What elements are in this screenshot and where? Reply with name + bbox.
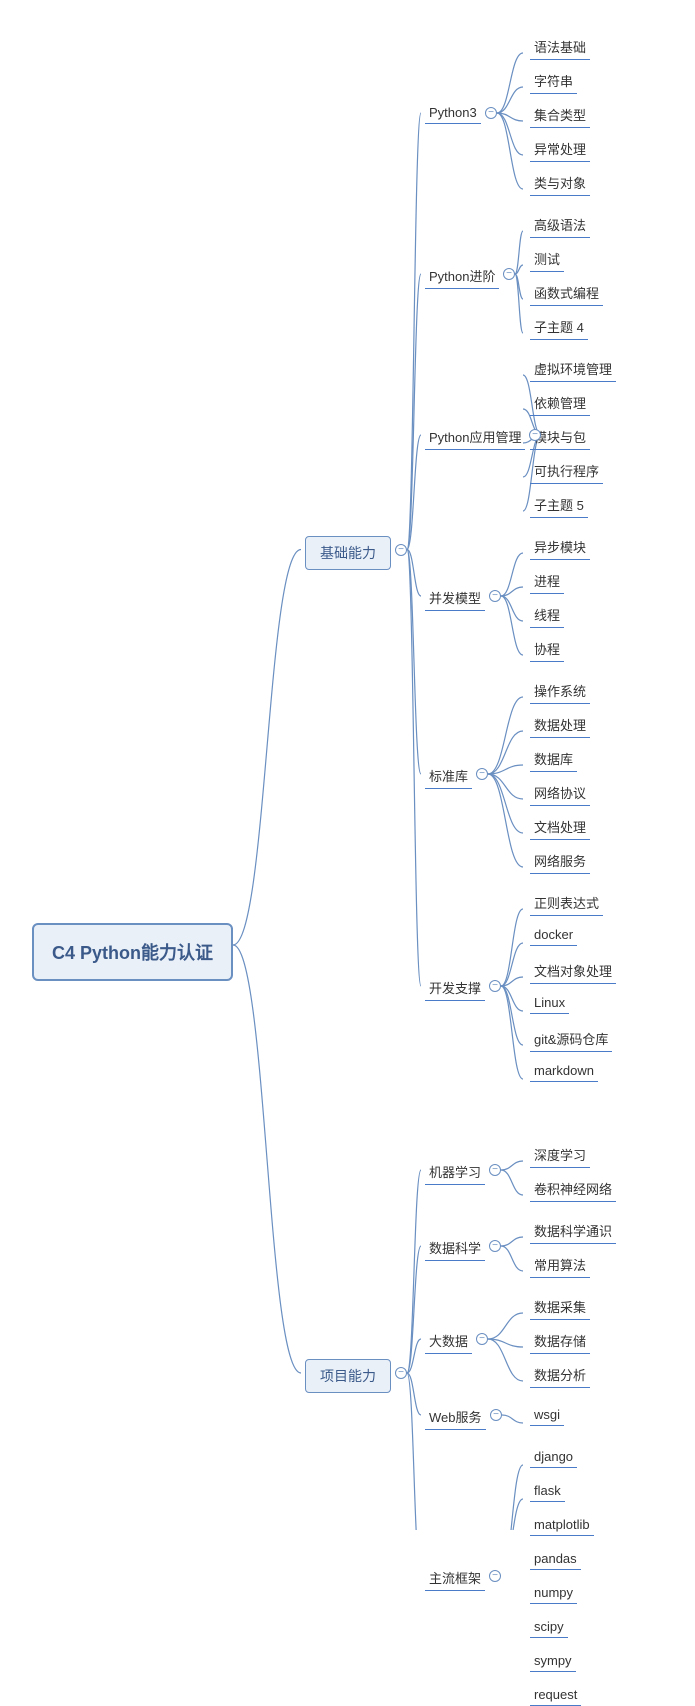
mid-advanced-toggle[interactable]: − — [503, 268, 515, 280]
leaf-advanced-0: 高级语法 — [530, 213, 590, 238]
mid-appmgmt-toggle[interactable]: − — [529, 429, 541, 441]
mid-appmgmt[interactable]: Python应用管理 — [425, 425, 525, 450]
mid-web-toggle[interactable]: − — [490, 1409, 502, 1421]
mid-ml[interactable]: 机器学习 — [425, 1160, 485, 1185]
leaf-devsupport-4: git&源码仓库 — [530, 1027, 612, 1052]
mid-frameworks-toggle[interactable]: − — [489, 1570, 501, 1582]
leaf-bigdata-2: 数据分析 — [530, 1363, 590, 1388]
leaf-appmgmt-3: 可执行程序 — [530, 459, 603, 484]
mid-stdlib[interactable]: 标准库 — [425, 764, 472, 789]
leaf-concurrency-3: 协程 — [530, 637, 564, 662]
mid-datasci[interactable]: 数据科学 — [425, 1236, 485, 1261]
mid-python3-toggle[interactable]: − — [485, 107, 497, 119]
leaf-frameworks-4: numpy — [530, 1583, 577, 1604]
leaf-frameworks-3: pandas — [530, 1549, 581, 1570]
mid-bigdata[interactable]: 大数据 — [425, 1329, 472, 1354]
leaf-appmgmt-4: 子主题 5 — [530, 493, 588, 518]
leaf-frameworks-2: matplotlib — [530, 1515, 594, 1536]
leaf-python3-2: 集合类型 — [530, 103, 590, 128]
leaf-python3-3: 异常处理 — [530, 137, 590, 162]
leaf-ml-0: 深度学习 — [530, 1143, 590, 1168]
mid-stdlib-toggle[interactable]: − — [476, 768, 488, 780]
mid-concurrency-toggle[interactable]: − — [489, 590, 501, 602]
branch-basic-toggle[interactable]: − — [395, 544, 407, 556]
leaf-concurrency-1: 进程 — [530, 569, 564, 594]
leaf-web-0: wsgi — [530, 1405, 564, 1426]
leaf-frameworks-5: scipy — [530, 1617, 568, 1638]
leaf-concurrency-0: 异步模块 — [530, 535, 590, 560]
branch-basic[interactable]: 基础能力 — [305, 536, 391, 570]
leaf-python3-1: 字符串 — [530, 69, 577, 94]
leaf-concurrency-2: 线程 — [530, 603, 564, 628]
leaf-bigdata-0: 数据采集 — [530, 1295, 590, 1320]
mid-devsupport[interactable]: 开发支撑 — [425, 976, 485, 1001]
leaf-stdlib-3: 网络协议 — [530, 781, 590, 806]
leaf-stdlib-0: 操作系统 — [530, 679, 590, 704]
leaf-devsupport-0: 正则表达式 — [530, 891, 603, 916]
leaf-devsupport-2: 文档对象处理 — [530, 959, 616, 984]
leaf-frameworks-0: django — [530, 1447, 577, 1468]
mid-frameworks[interactable]: 主流框架 — [425, 1566, 485, 1591]
leaf-devsupport-5: markdown — [530, 1061, 598, 1082]
leaf-ml-1: 卷积神经网络 — [530, 1177, 616, 1202]
mid-ml-toggle[interactable]: − — [489, 1164, 501, 1176]
mid-bigdata-toggle[interactable]: − — [476, 1333, 488, 1345]
leaf-frameworks-6: sympy — [530, 1651, 576, 1672]
mid-advanced[interactable]: Python进阶 — [425, 264, 499, 289]
branch-project-toggle[interactable]: − — [395, 1367, 407, 1379]
leaf-stdlib-1: 数据处理 — [530, 713, 590, 738]
leaf-python3-0: 语法基础 — [530, 35, 590, 60]
leaf-stdlib-2: 数据库 — [530, 747, 577, 772]
mid-python3[interactable]: Python3 — [425, 103, 481, 124]
leaf-stdlib-4: 文档处理 — [530, 815, 590, 840]
leaf-frameworks-7: request — [530, 1685, 581, 1706]
mid-concurrency[interactable]: 并发模型 — [425, 586, 485, 611]
leaf-advanced-1: 测试 — [530, 247, 564, 272]
leaf-python3-4: 类与对象 — [530, 171, 590, 196]
branch-project[interactable]: 项目能力 — [305, 1359, 391, 1393]
leaf-advanced-3: 子主题 4 — [530, 315, 588, 340]
mid-devsupport-toggle[interactable]: − — [489, 980, 501, 992]
leaf-stdlib-5: 网络服务 — [530, 849, 590, 874]
mid-datasci-toggle[interactable]: − — [489, 1240, 501, 1252]
leaf-advanced-2: 函数式编程 — [530, 281, 603, 306]
mid-web[interactable]: Web服务 — [425, 1405, 486, 1430]
leaf-bigdata-1: 数据存储 — [530, 1329, 590, 1354]
leaf-datasci-1: 常用算法 — [530, 1253, 590, 1278]
leaf-datasci-0: 数据科学通识 — [530, 1219, 616, 1244]
leaf-appmgmt-0: 虚拟环境管理 — [530, 357, 616, 382]
leaf-frameworks-1: flask — [530, 1481, 565, 1502]
leaf-appmgmt-1: 依赖管理 — [530, 391, 590, 416]
leaf-devsupport-3: Linux — [530, 993, 569, 1014]
leaf-devsupport-1: docker — [530, 925, 577, 946]
root-node[interactable]: C4 Python能力认证 — [32, 923, 233, 981]
